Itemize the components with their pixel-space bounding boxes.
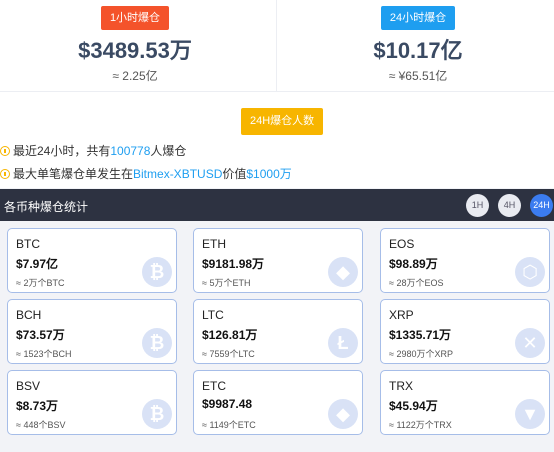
coin-symbol: EOS xyxy=(389,237,415,251)
coin-card-eth[interactable]: ETH $9181.98万 ≈ 5万个ETH ◆ xyxy=(193,228,363,293)
coin-amount: ≈ 1149个ETC xyxy=(202,420,256,430)
largest-order-market[interactable]: Bitmex-XBTUSD xyxy=(133,167,222,181)
timeframe-1h-button[interactable]: 1H xyxy=(466,194,489,217)
coin-symbol: XRP xyxy=(389,308,414,322)
coin-amount: ≈ 5万个ETH xyxy=(202,278,251,288)
coin-amount: ≈ 1122万个TRX xyxy=(389,420,452,430)
bsv-icon: ₿ xyxy=(142,399,172,429)
liquidation-summary: 1小时爆仓 $3489.53万 ≈ 2.25亿 24小时爆仓 $10.17亿 ≈… xyxy=(0,0,554,91)
one-hour-tag: 1小时爆仓 xyxy=(100,6,170,30)
timeframe-4h-button[interactable]: 4H xyxy=(498,194,521,217)
one-hour-amount: $3489.53万 xyxy=(78,38,192,63)
twenty-four-hour-amount: $10.17亿 xyxy=(373,38,463,63)
coin-symbol: BSV xyxy=(16,379,41,393)
eos-icon: ⬡ xyxy=(515,257,545,287)
one-hour-approx: ≈ 2.25亿 xyxy=(112,69,158,83)
tron-icon: ▼ xyxy=(515,399,545,429)
twenty-four-hour-approx: ≈ ¥65.51亿 xyxy=(388,69,448,83)
coin-value: $126.81万 xyxy=(202,328,258,342)
section-title: 各币种爆仓统计 xyxy=(4,200,89,214)
coin-amount: ≈ 28万个EOS xyxy=(389,278,444,288)
coin-card-xrp[interactable]: XRP $1335.71万 ≈ 2980万个XRP ✕ xyxy=(380,299,550,364)
coin-value: $9181.98万 xyxy=(202,257,265,271)
coin-stats-header: 各币种爆仓统计 1H 4H 24H xyxy=(0,189,554,221)
coin-amount: ≈ 7559个LTC xyxy=(202,349,255,359)
coin-card-eos[interactable]: EOS $98.89万 ≈ 28万个EOS ⬡ xyxy=(380,228,550,293)
info-icon xyxy=(0,146,10,156)
xrp-icon: ✕ xyxy=(515,328,545,358)
coin-card-bch[interactable]: BCH $73.57万 ≈ 1523个BCH ₿ xyxy=(7,299,177,364)
coin-amount: ≈ 1523个BCH xyxy=(16,349,72,359)
coin-symbol: BCH xyxy=(16,308,42,322)
coin-card-ltc[interactable]: LTC $126.81万 ≈ 7559个LTC Ł xyxy=(193,299,363,364)
coin-symbol: TRX xyxy=(389,379,413,393)
coin-card-btc[interactable]: BTC $7.97亿 ≈ 2万个BTC ₿ xyxy=(7,228,177,293)
bitcoin-cash-icon: ₿ xyxy=(142,328,172,358)
largest-order-line: 最大单笔爆仓单发生在Bitmex-XBTUSD价值$1000万 xyxy=(0,165,292,182)
coin-symbol: ETH xyxy=(202,237,226,251)
coin-value: $8.73万 xyxy=(16,399,59,413)
coin-amount: ≈ 2万个BTC xyxy=(16,278,65,288)
people-count-tag: 24H爆仓人数 xyxy=(241,108,324,135)
people-count-prefix: 最近24小时，共有 xyxy=(13,144,111,158)
largest-order-value: $1000万 xyxy=(246,167,292,181)
coin-card-trx[interactable]: TRX $45.94万 ≈ 1122万个TRX ▼ xyxy=(380,370,550,435)
litecoin-icon: Ł xyxy=(328,328,358,358)
coin-value: $98.89万 xyxy=(389,257,438,271)
bitcoin-icon: ₿ xyxy=(142,257,172,287)
coin-symbol: LTC xyxy=(202,308,224,322)
coin-card-etc[interactable]: ETC $9987.48 ≈ 1149个ETC ◆ xyxy=(193,370,363,435)
coin-value: $9987.48 xyxy=(202,397,253,411)
coin-grid: BTC $7.97亿 ≈ 2万个BTC ₿ ETH $9181.98万 ≈ 5万… xyxy=(0,221,554,452)
info-icon xyxy=(0,169,10,179)
coin-value: $45.94万 xyxy=(389,399,438,413)
liquidation-people-panel: 24H爆仓人数 最近24小时，共有100778人爆仓 最大单笔爆仓单发生在Bit… xyxy=(0,91,554,188)
coin-value: $73.57万 xyxy=(16,328,65,342)
people-count-value: 100778 xyxy=(110,144,151,158)
coin-value: $1335.71万 xyxy=(389,328,452,342)
coin-card-bsv[interactable]: BSV $8.73万 ≈ 448个BSV ₿ xyxy=(7,370,177,435)
people-count-line: 最近24小时，共有100778人爆仓 xyxy=(0,142,186,159)
coin-amount: ≈ 448个BSV xyxy=(16,420,66,430)
coin-symbol: ETC xyxy=(202,379,226,393)
one-hour-stat: 1小时爆仓 $3489.53万 ≈ 2.25亿 xyxy=(0,0,270,91)
largest-order-mid: 价值 xyxy=(222,167,247,181)
twenty-four-hour-tag: 24小时爆仓 xyxy=(380,6,456,30)
coin-amount: ≈ 2980万个XRP xyxy=(389,349,453,359)
ethereum-classic-icon: ◆ xyxy=(328,399,358,429)
ethereum-icon: ◆ xyxy=(328,257,358,287)
largest-order-prefix: 最大单笔爆仓单发生在 xyxy=(13,167,134,181)
coin-symbol: BTC xyxy=(16,237,40,251)
stat-divider xyxy=(276,0,277,91)
people-count-suffix: 人爆仓 xyxy=(150,144,187,158)
timeframe-24h-button[interactable]: 24H xyxy=(530,194,553,217)
coin-value: $7.97亿 xyxy=(16,257,59,271)
twenty-four-hour-stat: 24小时爆仓 $10.17亿 ≈ ¥65.51亿 xyxy=(282,0,554,91)
